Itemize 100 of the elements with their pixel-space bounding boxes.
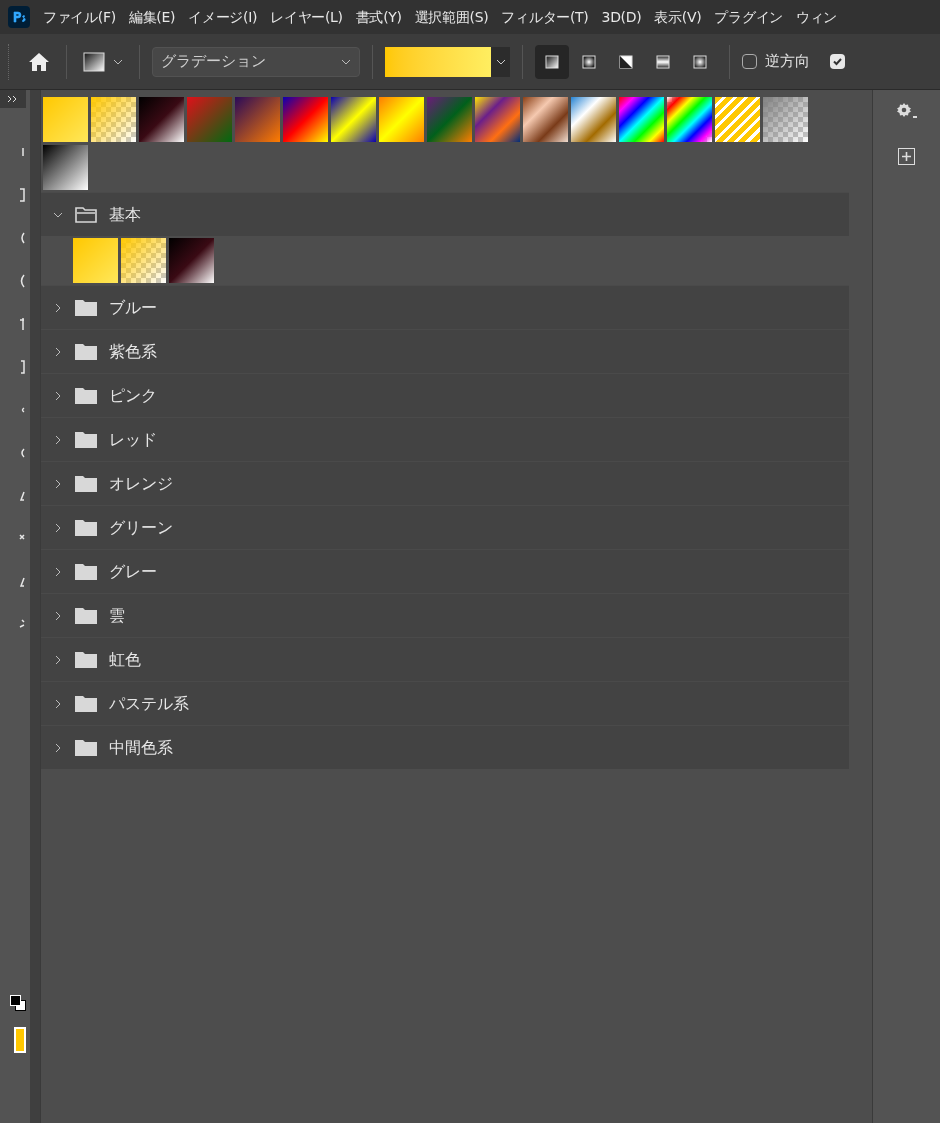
folder-row[interactable]: 中間色系: [41, 726, 849, 769]
chevron-right-icon[interactable]: [53, 742, 63, 753]
tool-icon[interactable]: [18, 359, 26, 375]
tool-icon[interactable]: [18, 230, 26, 246]
gradient-swatch[interactable]: [523, 97, 568, 142]
folder-row[interactable]: ピンク: [41, 374, 849, 417]
folder-name: 中間色系: [109, 736, 173, 759]
folder-icon: [75, 519, 97, 536]
gradient-swatch[interactable]: [715, 97, 760, 142]
folder-row[interactable]: ブルー: [41, 286, 849, 329]
folder-row[interactable]: 基本: [41, 193, 849, 236]
chevron-right-icon[interactable]: [53, 698, 63, 709]
folder-name: グリーン: [109, 516, 173, 539]
menu-item[interactable]: 表示(V): [654, 6, 702, 28]
folder-row[interactable]: 虹色: [41, 638, 849, 681]
open-folder-icon: [75, 206, 97, 223]
folder-name: パステル系: [109, 692, 189, 715]
folder-name: レッド: [109, 428, 157, 451]
gradient-swatch[interactable]: [619, 97, 664, 142]
gradient-swatch[interactable]: [475, 97, 520, 142]
gradient-swatch[interactable]: [187, 97, 232, 142]
preset-dropdown[interactable]: グラデーション: [152, 46, 360, 77]
menu-item[interactable]: ウィン: [795, 6, 838, 28]
menu-item[interactable]: フィルター(T): [501, 6, 589, 28]
folder-name: 雲: [109, 604, 125, 627]
menu-item[interactable]: 選択範囲(S): [414, 6, 489, 28]
folder-row[interactable]: 雲: [41, 594, 849, 637]
menu-item[interactable]: ファイル(F): [43, 6, 116, 28]
folder-icon: [75, 431, 97, 448]
gradient-swatch[interactable]: [379, 97, 424, 142]
folder-icon: [75, 607, 97, 624]
folder-row[interactable]: オレンジ: [41, 462, 849, 505]
folder-name: 虹色: [109, 648, 141, 671]
chevron-right-icon[interactable]: [53, 434, 63, 445]
folder-icon: [75, 651, 97, 668]
folder-row[interactable]: グリーン: [41, 506, 849, 549]
linear-gradient-icon: [543, 52, 561, 71]
folder-row[interactable]: パステル系: [41, 682, 849, 725]
chevron-right-icon[interactable]: [53, 390, 63, 401]
folder-name: ピンク: [109, 384, 157, 407]
folder-icon: [75, 387, 97, 404]
gradient-swatch[interactable]: [121, 238, 166, 283]
settings-button[interactable]: [896, 102, 917, 118]
caret-icon: [913, 116, 917, 118]
add-icon[interactable]: [898, 148, 915, 165]
gradient-swatch[interactable]: [763, 97, 808, 142]
chevron-right-icon[interactable]: [53, 566, 63, 577]
radial-gradient-icon: [580, 52, 598, 71]
tool-icon[interactable]: [18, 273, 26, 289]
settings-icon: [896, 102, 912, 118]
folder-name: グレー: [109, 560, 157, 583]
diamond-gradient-icon: [691, 52, 709, 71]
home-icon: [28, 51, 50, 72]
gradient-swatch[interactable]: [43, 97, 88, 142]
gradient-swatch[interactable]: [91, 97, 136, 142]
color-swatches-icon[interactable]: [10, 995, 26, 1011]
folder-icon: [75, 475, 97, 492]
gradient-swatch[interactable]: [571, 97, 616, 142]
folder-row[interactable]: 紫色系: [41, 330, 849, 373]
app-logo-icon[interactable]: [8, 6, 30, 28]
chevron-right-icon[interactable]: [53, 346, 63, 357]
chevron-right-icon[interactable]: [53, 522, 63, 533]
menu-item[interactable]: イメージ(I): [188, 6, 258, 28]
gradient-preview[interactable]: [385, 46, 491, 77]
gradient-swatch[interactable]: [667, 97, 712, 142]
checkbox-label: 逆方向: [765, 51, 810, 73]
chevron-right-icon[interactable]: [53, 610, 63, 621]
folder-row[interactable]: グレー: [41, 550, 849, 593]
chevron-right-icon[interactable]: [53, 654, 63, 665]
gradient-swatch[interactable]: [73, 238, 118, 283]
gradient-type-button[interactable]: [535, 44, 569, 79]
menu-item[interactable]: レイヤー(L): [270, 6, 343, 28]
caret-icon: [341, 58, 351, 65]
gradient-tool-icon: [83, 51, 105, 72]
folder-row[interactable]: レッド: [41, 418, 849, 461]
tool-icon[interactable]: [18, 187, 26, 203]
gradient-swatch[interactable]: [43, 145, 88, 190]
check-icon: [832, 56, 843, 67]
gradient-swatch[interactable]: [427, 97, 472, 142]
menu-item[interactable]: プラグイン: [714, 6, 783, 28]
menu-item[interactable]: 編集(E): [128, 6, 176, 28]
tool-icon[interactable]: [18, 316, 26, 332]
menu-item[interactable]: 3D(D): [601, 6, 642, 28]
gradient-swatch[interactable]: [139, 97, 184, 142]
folder-icon: [75, 343, 97, 360]
gradient-swatch[interactable]: [235, 97, 280, 142]
chevron-right-icon[interactable]: [53, 302, 63, 313]
folder-name: オレンジ: [109, 472, 173, 495]
chevron-right-icon[interactable]: [53, 478, 63, 489]
checkbox[interactable]: [830, 54, 845, 69]
folder-icon: [75, 563, 97, 580]
gradient-swatch[interactable]: [283, 97, 328, 142]
angle-gradient-icon: [617, 52, 635, 71]
gradient-swatch[interactable]: [331, 97, 376, 142]
gradient-swatch[interactable]: [169, 238, 214, 283]
caret-icon: [495, 58, 506, 65]
caret-icon: [113, 58, 123, 65]
menu-item[interactable]: 書式(Y): [355, 6, 402, 28]
checkbox[interactable]: [742, 54, 757, 69]
expand-icon[interactable]: [7, 95, 19, 103]
